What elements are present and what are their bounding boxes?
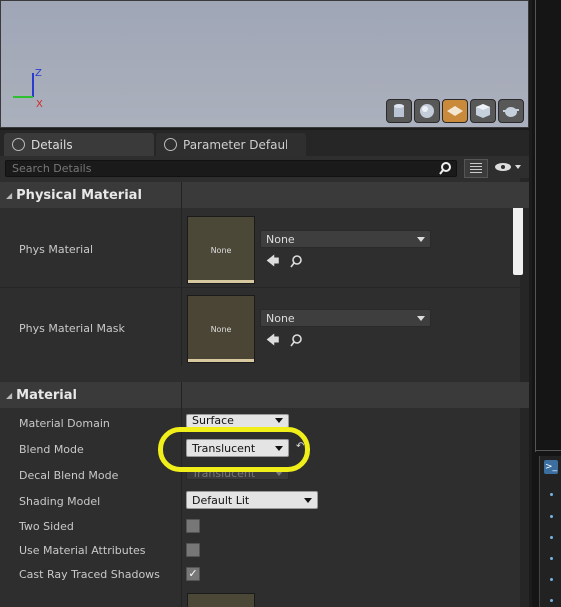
category-title: Material [16, 387, 77, 403]
tab-parameter-defaults-label: Parameter Defaults [183, 137, 287, 152]
browse-search-icon[interactable] [290, 255, 303, 268]
property-label: Cast Ray Traced Shadows [19, 568, 160, 581]
asset-thumbnail[interactable]: None [187, 295, 255, 363]
stats-panel-edge [539, 456, 561, 607]
tab-parameter-defaults[interactable]: Parameter Defaults [156, 133, 306, 156]
search-input[interactable]: Search Details [5, 160, 457, 177]
property-label: Blend Mode [19, 443, 84, 456]
sphere-icon [420, 104, 434, 118]
property-label: Phys Material Mask [19, 322, 125, 335]
panel-tab-bar: Details Parameter Defaults [0, 130, 529, 156]
grid-icon [470, 163, 482, 173]
category-title: Physical Material [16, 187, 142, 203]
property-row-phys-material-mask: Phys Material Mask None None 🡄 [0, 288, 520, 366]
category-physical-material[interactable]: ◢ Physical Material [0, 182, 529, 208]
tab-details-label: Details [31, 137, 73, 152]
preview-cube-button[interactable] [470, 99, 496, 123]
dropdown-value: None [266, 232, 295, 246]
blend-mode-highlight-ring [158, 427, 310, 472]
thumbnail-label: None [210, 245, 232, 255]
axis-gizmo-icon: Z X [13, 68, 43, 109]
eye-icon [495, 163, 521, 171]
property-label: Decal Blend Mode [19, 469, 119, 482]
property-row-shading-model: Shading Model Default Lit [0, 488, 520, 514]
use-selected-arrow-icon[interactable]: 🡄 [266, 252, 279, 274]
divider [535, 450, 561, 451]
chevron-down-icon [275, 417, 283, 423]
plane-icon [447, 106, 463, 116]
view-options-button[interactable] [494, 160, 526, 176]
chevron-down-icon [304, 497, 312, 503]
search-placeholder: Search Details [12, 162, 92, 175]
property-label: Phys Material [19, 243, 94, 256]
material-preview-viewport[interactable]: Z X [0, 0, 529, 128]
use-material-attributes-checkbox[interactable] [186, 543, 200, 557]
property-row-phys-material: Phys Material None None 🡄 [0, 208, 520, 287]
property-label: Use Material Attributes [19, 544, 146, 557]
bullet-icon [550, 536, 553, 539]
bullet-icon [550, 557, 553, 560]
material-domain-dropdown[interactable]: Surface [186, 414, 289, 428]
cube-icon [476, 104, 490, 118]
bullet-icon [550, 599, 553, 602]
details-panel: Search Details ◢ Physical Material Phys … [0, 156, 529, 607]
bullet-icon [550, 515, 553, 518]
preview-teapot-button[interactable] [498, 99, 524, 123]
axis-x-label: X [36, 99, 43, 109]
property-row-cast-ray-traced-shadows: Cast Ray Traced Shadows ✓ [0, 562, 520, 586]
teapot-icon [503, 107, 519, 117]
dropdown-value: Surface [192, 413, 234, 427]
property-row-two-sided: Two Sided [0, 514, 520, 538]
property-label: Material Domain [19, 417, 110, 430]
thumbnail-strip [188, 359, 254, 362]
console-icon[interactable]: >_ [544, 460, 558, 474]
use-selected-arrow-icon[interactable]: 🡄 [266, 331, 279, 353]
browse-search-icon[interactable] [290, 334, 303, 347]
asset-thumbnail[interactable] [187, 593, 255, 607]
bullet-icon [550, 578, 553, 581]
bullet-icon [550, 493, 553, 496]
preview-plane-button[interactable] [442, 99, 468, 123]
preview-sphere-button[interactable] [414, 99, 440, 123]
cast-ray-traced-shadows-checkbox[interactable]: ✓ [186, 567, 200, 581]
preview-cylinder-button[interactable] [386, 99, 412, 123]
collapse-arrow-icon: ◢ [6, 190, 13, 200]
search-icon [439, 162, 451, 175]
thumbnail-label: None [210, 324, 232, 334]
chevron-down-icon [417, 236, 425, 242]
details-search-icon [12, 138, 25, 151]
asset-picker-dropdown[interactable]: None [260, 309, 431, 327]
category-material[interactable]: ◢ Material [0, 382, 529, 408]
asset-picker-dropdown[interactable]: None [260, 230, 431, 248]
divider [535, 0, 536, 452]
property-matrix-button[interactable] [464, 159, 488, 178]
chevron-down-icon [417, 315, 425, 321]
property-row-use-material-attributes: Use Material Attributes [0, 538, 520, 562]
dropdown-value: Default Lit [192, 493, 250, 507]
thumbnail-strip [188, 280, 254, 283]
parameters-search-icon [164, 138, 177, 151]
two-sided-checkbox[interactable] [186, 519, 200, 533]
cylinder-icon [394, 104, 404, 117]
axis-z-label: Z [35, 68, 42, 79]
property-label: Two Sided [19, 520, 74, 533]
asset-thumbnail[interactable]: None [187, 216, 255, 284]
collapse-arrow-icon: ◢ [6, 390, 13, 400]
tab-details[interactable]: Details [4, 133, 154, 156]
dropdown-value: None [266, 311, 295, 325]
shading-model-dropdown[interactable]: Default Lit [186, 491, 318, 509]
property-label: Shading Model [19, 495, 101, 508]
